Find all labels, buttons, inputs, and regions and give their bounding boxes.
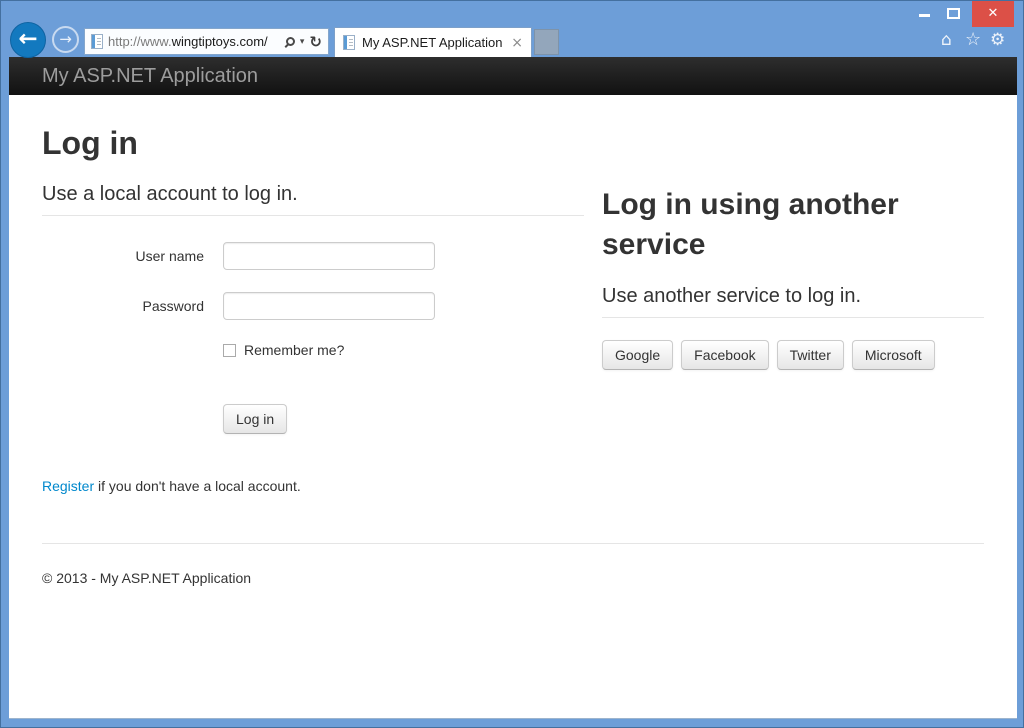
- password-input[interactable]: [223, 292, 435, 320]
- register-line: Register if you don't have a local accou…: [42, 478, 584, 494]
- back-button[interactable]: ←: [10, 22, 46, 58]
- external-login-divider: [602, 317, 984, 318]
- favorites-star-icon[interactable]: ☆: [965, 30, 981, 50]
- external-login-subtitle: Use another service to log in.: [602, 283, 984, 309]
- home-icon[interactable]: ⌂: [941, 30, 952, 50]
- local-login-divider: [42, 215, 584, 216]
- settings-gear-icon[interactable]: ⚙: [990, 30, 1005, 50]
- local-login-section: Use a local account to log in. User name…: [42, 177, 584, 494]
- page-favicon-icon: [91, 34, 103, 49]
- password-row: Password: [42, 292, 584, 320]
- external-login-title: Log in using another service: [602, 185, 984, 265]
- copyright-text: © 2013 - My ASP.NET Application: [42, 570, 984, 586]
- microsoft-login-button[interactable]: Microsoft: [852, 340, 935, 370]
- search-dropdown-caret-icon[interactable]: ▾: [300, 37, 305, 47]
- tab-title: My ASP.NET Application: [362, 35, 504, 50]
- login-columns: Use a local account to log in. User name…: [42, 177, 984, 494]
- site-navbar: My ASP.NET Application: [9, 57, 1017, 95]
- google-login-button[interactable]: Google: [602, 340, 673, 370]
- external-login-section: Log in using another service Use another…: [602, 177, 984, 494]
- page-content: Log in Use a local account to log in. Us…: [42, 123, 984, 586]
- new-tab-button[interactable]: [534, 29, 559, 55]
- facebook-login-button[interactable]: Facebook: [681, 340, 768, 370]
- remember-me-row: Remember me?: [223, 342, 584, 358]
- refresh-icon[interactable]: ↻: [309, 33, 322, 51]
- tab-favicon-icon: [343, 35, 355, 50]
- browser-tab[interactable]: My ASP.NET Application ×: [334, 27, 532, 57]
- submit-row: Log in: [223, 404, 584, 434]
- page-viewport: My ASP.NET Application Log in Use a loca…: [9, 57, 1017, 719]
- browser-chrome: ← → http://www.wingtiptoys.com/ ▾ ↻ My A…: [1, 1, 1023, 57]
- url-prefix: http://www.: [108, 34, 172, 49]
- navbar-brand-link[interactable]: My ASP.NET Application: [9, 57, 258, 95]
- remember-me-checkbox[interactable]: [223, 344, 236, 357]
- provider-buttons: Google Facebook Twitter Microsoft: [602, 340, 984, 370]
- username-label: User name: [42, 242, 204, 270]
- forward-button[interactable]: →: [52, 26, 79, 53]
- footer-divider: [42, 543, 984, 544]
- remember-me-label[interactable]: Remember me?: [244, 342, 344, 358]
- twitter-login-button[interactable]: Twitter: [777, 340, 844, 370]
- page-title: Log in: [42, 123, 984, 163]
- window-maximize-button[interactable]: [947, 8, 960, 19]
- url-domain: wingtiptoys.com/: [172, 34, 268, 49]
- address-bar[interactable]: http://www.wingtiptoys.com/ ▾ ↻: [84, 28, 329, 55]
- login-form: User name Password Remember me? Log: [42, 242, 584, 434]
- password-label: Password: [42, 292, 204, 320]
- window-close-button[interactable]: ✕: [972, 1, 1014, 27]
- browser-window: ← → http://www.wingtiptoys.com/ ▾ ↻ My A…: [0, 0, 1024, 728]
- username-row: User name: [42, 242, 584, 270]
- login-submit-button[interactable]: Log in: [223, 404, 287, 434]
- window-minimize-button[interactable]: [919, 14, 930, 17]
- close-x-icon: ✕: [988, 6, 999, 21]
- back-arrow-icon: ←: [18, 26, 37, 52]
- url-text[interactable]: http://www.wingtiptoys.com/: [108, 34, 281, 49]
- forward-arrow-icon: →: [59, 30, 72, 48]
- local-login-subtitle: Use a local account to log in.: [42, 181, 584, 207]
- search-icon[interactable]: [286, 37, 295, 46]
- register-link[interactable]: Register: [42, 478, 94, 494]
- username-input[interactable]: [223, 242, 435, 270]
- register-text: if you don't have a local account.: [94, 478, 301, 494]
- tab-close-icon[interactable]: ×: [511, 36, 523, 50]
